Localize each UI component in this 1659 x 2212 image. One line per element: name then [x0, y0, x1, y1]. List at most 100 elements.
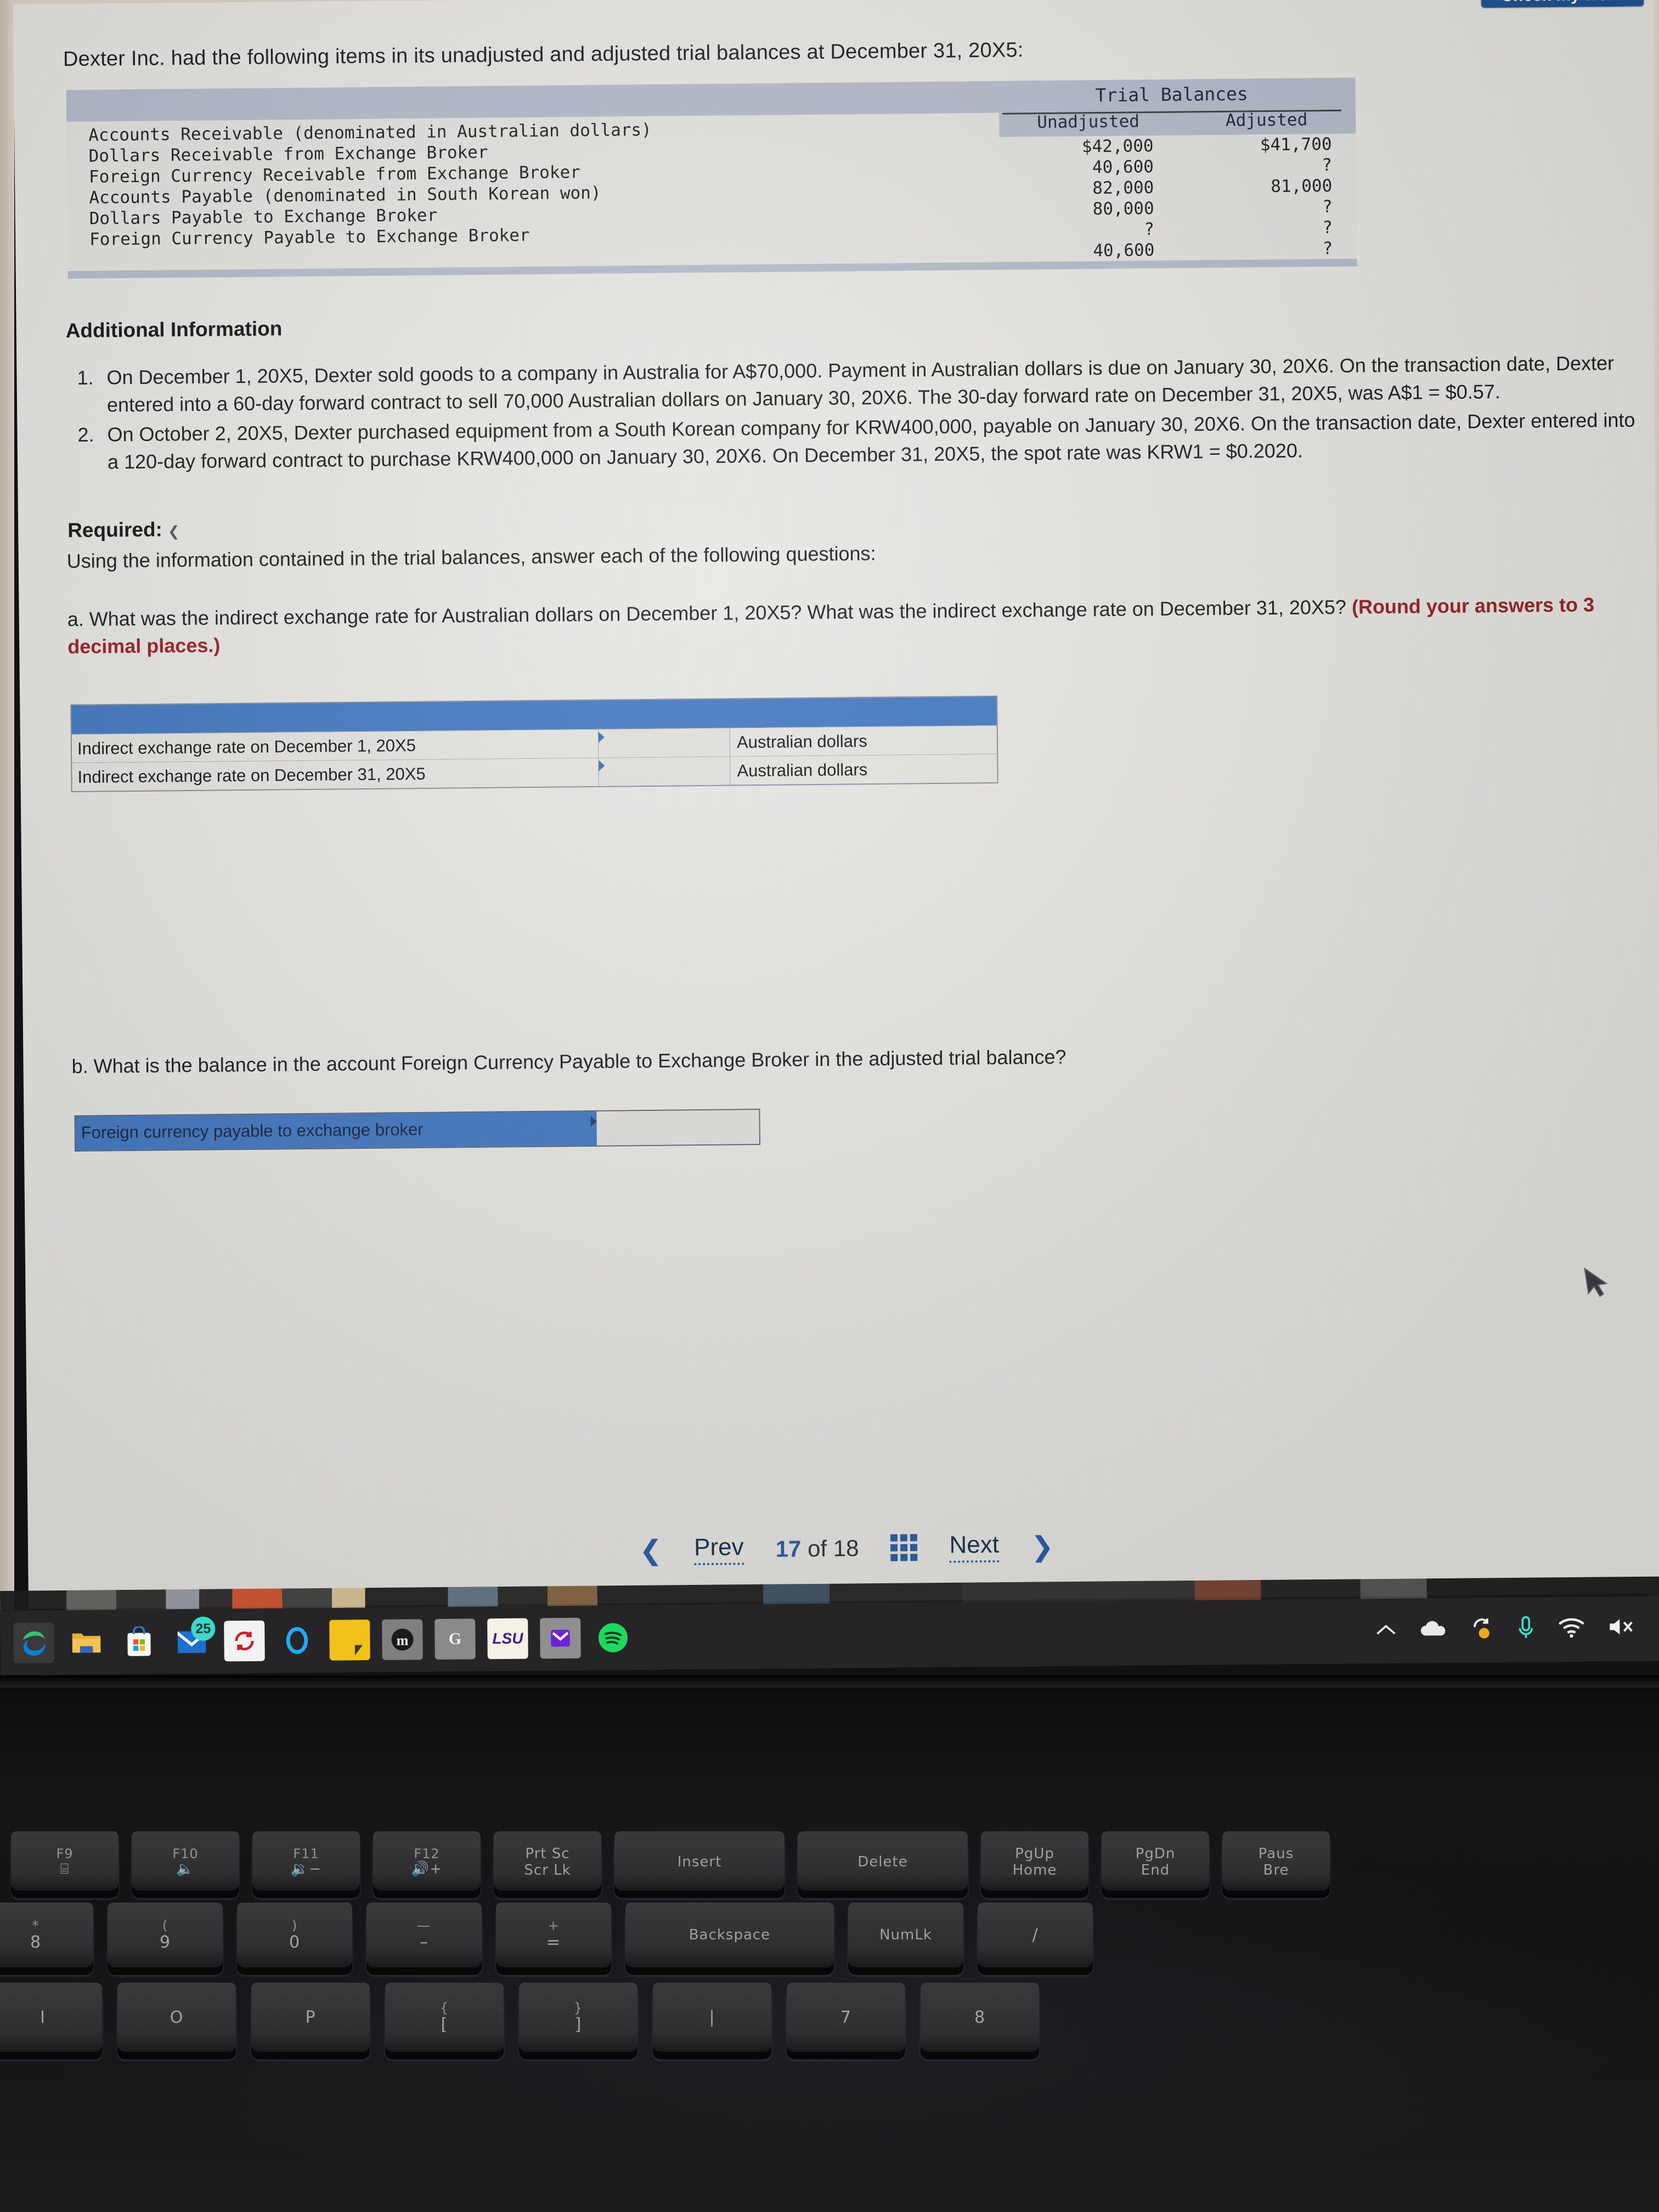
key-right-bracket[interactable]: } ] [519, 1983, 637, 2052]
column-header-unadjusted: Unadjusted [1037, 111, 1140, 133]
microsoft-store-icon[interactable] [119, 1621, 160, 1662]
volume-muted-icon[interactable] [1607, 1615, 1636, 1642]
question-a-text: a. What was the indirect exchange rate f… [67, 591, 1604, 661]
required-subtext: Using the information contained in the t… [66, 541, 876, 573]
indirect-rate-dec31-input[interactable] [599, 757, 731, 786]
key-page-up-home[interactable]: PgUp Home [981, 1831, 1088, 1891]
key-equals-plus[interactable]: + = [496, 1903, 611, 1967]
key-0-right-paren[interactable]: ) 0 [237, 1903, 352, 1967]
sticky-notes-icon[interactable] [329, 1620, 370, 1661]
wifi-icon[interactable] [1557, 1616, 1585, 1643]
key-o[interactable]: O [117, 1983, 236, 2052]
key-numpad-7[interactable]: 7 [787, 1983, 905, 2052]
key-i[interactable]: I [0, 1983, 102, 2052]
key-backslash-pipe[interactable]: | [653, 1983, 771, 2052]
windows-taskbar[interactable]: 25 m G LSU [0, 1596, 1659, 1675]
cortana-icon[interactable] [276, 1620, 318, 1661]
key-left-bracket[interactable]: { [ [385, 1983, 504, 2052]
current-page-number: 17 [775, 1535, 802, 1562]
prev-button[interactable]: Prev [693, 1533, 744, 1566]
mail-unread-badge: 25 [191, 1616, 216, 1641]
question-a-answer-table: Indirect exchange rate on December 1, 20… [70, 695, 998, 793]
key-num-lock[interactable]: NumLk [848, 1903, 963, 1967]
laptop-photo: Check my work Dexter Inc. had the follow… [0, 0, 1659, 2212]
chevron-left-icon[interactable]: ❮ [639, 1534, 662, 1565]
key-pause-break[interactable]: Paus Bre [1222, 1831, 1330, 1891]
key-f9[interactable]: F9 ⌸ [11, 1831, 119, 1891]
of-word: of [807, 1535, 827, 1561]
microphone-icon[interactable] [1516, 1615, 1535, 1645]
key-numpad-8[interactable]: 8 [921, 1983, 1039, 2052]
cell-adjusted: ? [1322, 155, 1333, 176]
foreign-currency-payable-input[interactable] [596, 1110, 760, 1146]
answer-row-unit: Australian dollars [730, 725, 997, 757]
key-f12[interactable]: F12 🔊+ [373, 1831, 481, 1891]
chevron-right-icon[interactable]: ❯ [1031, 1531, 1054, 1561]
trial-balances-account-names: Accounts Receivable (denominated in Aust… [66, 113, 1001, 271]
problem-intro-text: Dexter Inc. had the following items in i… [63, 38, 1024, 71]
mail-icon[interactable]: 25 [171, 1616, 216, 1662]
trial-balances-values: Trial Balances Unadjusted Adjusted $42,0… [998, 77, 1357, 262]
cell-adjusted: ? [1322, 217, 1333, 238]
question-a-body: a. What was the indirect exchange rate f… [67, 595, 1352, 631]
key-minus-underscore[interactable]: — – [366, 1903, 482, 1967]
edge-icon[interactable] [13, 1622, 54, 1663]
key-page-down-end[interactable]: PgDn End [1102, 1831, 1209, 1891]
show-hidden-icons-chevron[interactable] [1375, 1620, 1397, 1641]
desk-surface-left [0, 0, 14, 1610]
yahoo-mail-icon[interactable] [540, 1617, 581, 1659]
spotify-icon[interactable] [592, 1617, 634, 1658]
key-delete[interactable]: Delete [798, 1831, 968, 1891]
cell-unadjusted: 82,000 [1092, 178, 1154, 199]
cell-adjusted: $41,700 [1260, 134, 1332, 155]
keyboard-function-row: F9 ⌸ F10 🔈 F11 🔉− F12 🔊+ Prt Sc Scr Lk I… [11, 1831, 1330, 1891]
table-row: $42,000 $41,700 [999, 134, 1356, 158]
google-icon[interactable]: G [435, 1618, 476, 1660]
cell-unadjusted: 40,600 [1093, 240, 1155, 261]
lsu-icon[interactable]: LSU [487, 1618, 528, 1660]
additional-information-heading: Additional Information [65, 317, 283, 342]
key-print-screen[interactable]: Prt Sc Scr Lk [494, 1831, 601, 1891]
key-8-asterisk[interactable]: * 8 [0, 1903, 93, 1967]
sync-icon[interactable] [224, 1620, 265, 1662]
required-caret-icon: ❮ [167, 523, 180, 540]
file-explorer-icon[interactable] [66, 1622, 107, 1663]
answer-row-label: Indirect exchange rate on December 31, 2… [72, 758, 599, 792]
key-insert[interactable]: Insert [614, 1831, 785, 1891]
key-f10[interactable]: F10 🔈 [132, 1831, 239, 1891]
question-b-text: b. What is the balance in the account Fo… [71, 1045, 1066, 1078]
trial-balances-group-header: Trial Balances [998, 77, 1345, 113]
google-icon-glyph: G [448, 1629, 462, 1648]
moodle-icon[interactable]: m [382, 1619, 423, 1660]
question-page: Dexter Inc. had the following items in i… [13, 0, 1659, 1152]
key-p[interactable]: P [251, 1983, 370, 2052]
key-f11[interactable]: F11 🔉− [252, 1831, 360, 1891]
table-row: 82,000 81,000 [1000, 176, 1356, 200]
laptop-hinge [0, 1675, 1659, 1688]
pagination-bar: ❮ Prev 17 of 18 Next ❯ [28, 1525, 1659, 1572]
answer-row-label: Foreign currency payable to exchange bro… [75, 1111, 597, 1151]
next-button[interactable]: Next [949, 1531, 1000, 1563]
table-row: 40,600 ? [1000, 238, 1357, 262]
laptop-screen: Check my work Dexter Inc. had the follow… [13, 0, 1659, 1609]
cell-unadjusted: 40,600 [1092, 157, 1154, 178]
sync-pending-icon[interactable] [1469, 1615, 1494, 1645]
onedrive-cloud-icon[interactable] [1419, 1618, 1447, 1642]
page-indicator: 17 of 18 [775, 1535, 859, 1562]
laptop-keyboard-deck: F9 ⌸ F10 🔈 F11 🔉− F12 🔊+ Prt Sc Scr Lk I… [0, 1675, 1659, 2212]
cell-unadjusted: ? [1144, 219, 1155, 240]
svg-text:m: m [397, 1633, 409, 1649]
total-page-count: 18 [833, 1534, 859, 1561]
key-backspace[interactable]: Backspace [625, 1903, 834, 1967]
grid-view-icon[interactable] [890, 1534, 918, 1561]
cell-adjusted: ? [1322, 196, 1333, 217]
table-row: 40,600 ? [1000, 155, 1356, 179]
additional-information-list: On December 1, 20X5, Dexter sold goods t… [99, 349, 1647, 476]
key-9-left-paren[interactable]: ( 9 [108, 1903, 223, 1967]
key-numpad-divide[interactable]: / [978, 1903, 1093, 1967]
answer-row-unit: Australian dollars [730, 754, 997, 785]
lsu-icon-glyph: LSU [492, 1629, 523, 1647]
indirect-rate-dec1-input[interactable] [598, 728, 731, 758]
column-header-adjusted: Adjusted [1225, 110, 1308, 131]
system-tray [1375, 1613, 1646, 1646]
